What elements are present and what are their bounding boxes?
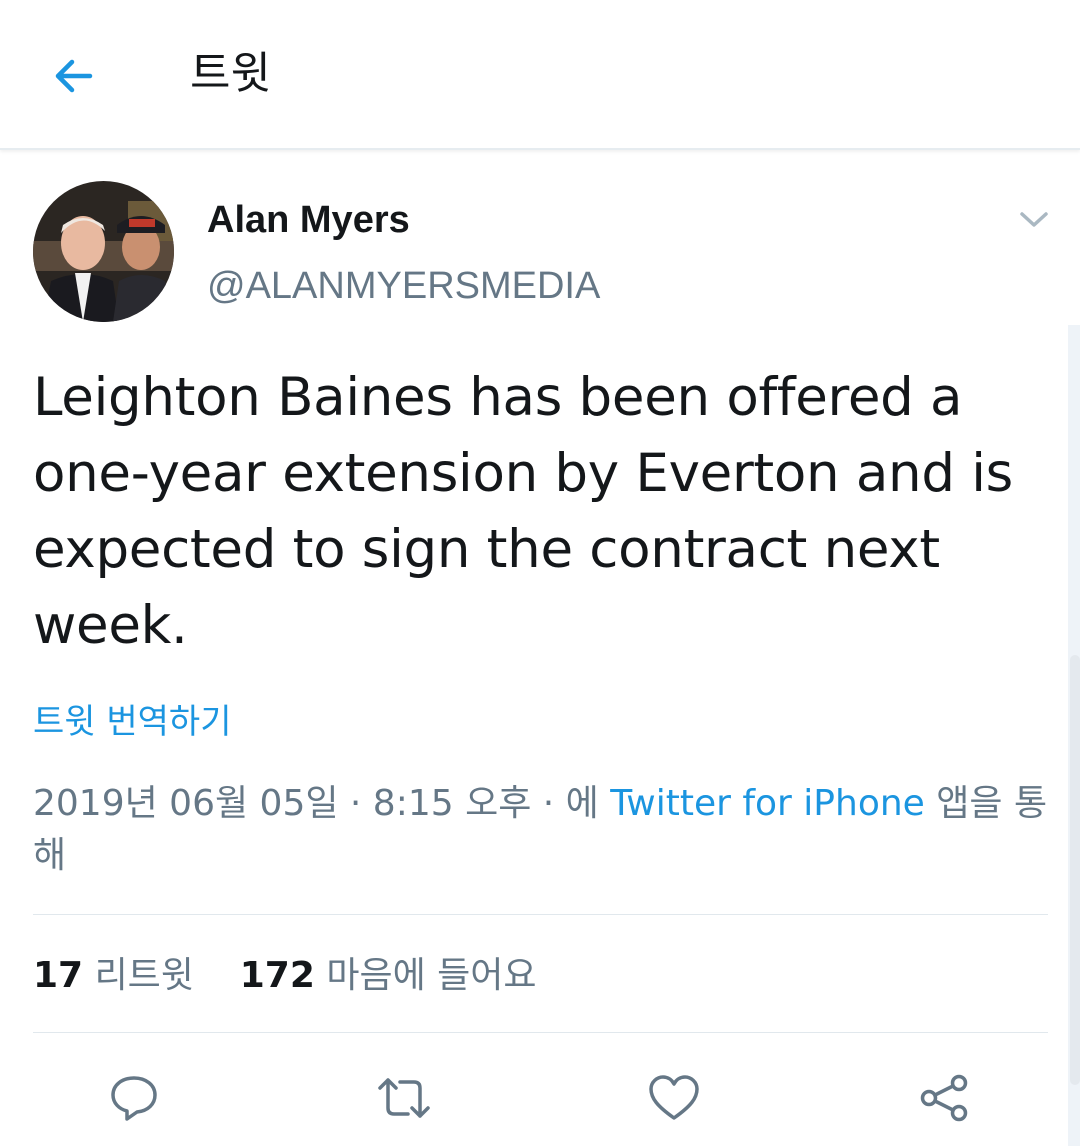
- user-handle[interactable]: @ALANMYERSMEDIA: [207, 262, 600, 310]
- top-app-bar: 트윗: [0, 0, 1080, 150]
- retweet-button[interactable]: [376, 1070, 432, 1126]
- share-icon: [920, 1074, 968, 1122]
- back-button[interactable]: [44, 46, 104, 106]
- avatar-photo: [33, 181, 174, 322]
- source-app-link[interactable]: Twitter for iPhone: [610, 783, 925, 824]
- retweet-count: 17: [33, 955, 84, 996]
- tweet-text: Leighton Baines has been offered a one-y…: [33, 367, 1013, 656]
- translate-tweet-link[interactable]: 트윗 번역하기: [33, 700, 232, 744]
- divider: [33, 1032, 1048, 1033]
- comment-icon: [111, 1076, 157, 1121]
- retweet-label: 리트윗: [94, 955, 194, 996]
- like-count: 172: [239, 955, 315, 996]
- avatar[interactable]: [33, 181, 174, 322]
- share-button[interactable]: [916, 1070, 972, 1126]
- engagement-stats: 17 리트윗 172 마음에 들어요: [33, 950, 537, 1002]
- timestamp: 2019년 06월 05일 · 8:15 오후 · 에: [33, 783, 599, 824]
- display-name[interactable]: Alan Myers: [207, 196, 410, 244]
- heart-icon: [649, 1075, 699, 1120]
- tweet-metadata: 2019년 06월 05일 · 8:15 오후 · 에 Twitter for …: [33, 778, 1053, 882]
- like-button[interactable]: [646, 1070, 702, 1126]
- tweet-options-button[interactable]: [1014, 200, 1054, 240]
- arrow-left-icon: [55, 59, 93, 93]
- page-title: 트윗: [190, 48, 271, 99]
- reply-button[interactable]: [106, 1070, 162, 1126]
- like-label: 마음에 들어요: [326, 955, 537, 996]
- retweet-stat[interactable]: 17 리트윗: [33, 955, 194, 996]
- scrollbar-thumb[interactable]: [1070, 655, 1080, 1085]
- like-stat[interactable]: 172 마음에 들어요: [240, 955, 537, 996]
- retweet-icon: [378, 1078, 430, 1118]
- divider: [33, 914, 1048, 915]
- chevron-down-icon: [1020, 212, 1048, 227]
